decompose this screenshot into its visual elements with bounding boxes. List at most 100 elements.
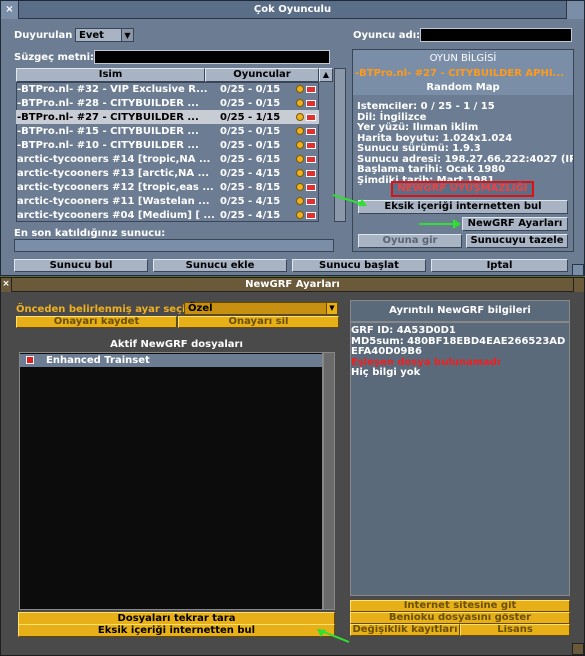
md5sum-cont: EFA40D09B6 [351, 346, 422, 357]
find-missing-content-button[interactable]: Eksik içeriği internetten bul [358, 200, 568, 214]
no-info: Hiç bilgi yok [351, 367, 421, 378]
info-clients: İstemciler: 0 / 25 - 1 / 15 [357, 102, 495, 112]
refresh-server-button[interactable]: Sunucuyu tazele [466, 234, 568, 248]
add-server-button[interactable]: Sunucu ekle [153, 259, 287, 272]
active-files-scrollbar[interactable] [323, 352, 335, 610]
lock-icon [306, 197, 316, 205]
green-arrow-icon [317, 629, 350, 643]
server-clients: 0/25 - 4/15 [220, 195, 281, 207]
server-name: arctic-tycooners #11 [Wastelan ... [17, 195, 210, 207]
preset-label: Önceden belirlenmiş ayar seçin: [16, 304, 197, 315]
server-row[interactable]: -BTPro.nl- #28 - CITYBUILDER ... 0/25 - 0… [16, 96, 319, 110]
advertised-value: Evet [79, 30, 104, 41]
server-row[interactable]: -BTPro.nl- #32 - VIP Exclusive R... 0/25 … [16, 82, 319, 96]
server-row[interactable]: arctic-tycooners #11 [Wastelan ... 0/25 -… [16, 194, 319, 208]
newgrf-settings-button[interactable]: NewGRF Ayarları [462, 217, 568, 231]
changelog-button[interactable]: Değişiklik kayıtları [350, 624, 460, 636]
delete-preset-button[interactable]: Önayarı sil [178, 316, 339, 328]
newgrf-window: NewGRF Ayarları × Önceden belirlenmiş ay… [0, 277, 585, 656]
server-clients: 0/25 - 0/15 [220, 139, 281, 151]
save-preset-button[interactable]: Önayarı kaydet [16, 316, 177, 328]
server-row[interactable]: arctic-tycooners #12 [tropic,eas ... 0/25… [16, 180, 319, 194]
game-name: -BTPro.nl- #27 - CITYBUILDER APHI... [355, 68, 564, 79]
newgrf-title: NewGRF Ayarları [245, 279, 340, 290]
server-row[interactable]: -BTPro.nl- #15 - CITYBUILDER ... 0/25 - 0… [16, 124, 319, 138]
filter-input[interactable] [94, 50, 330, 64]
server-name: -BTPro.nl- #15 - CITYBUILDER ... [17, 125, 199, 137]
status-dot-icon [296, 141, 304, 149]
server-name: -BTPro.nl- #27 - CITYBUILDER ... [17, 111, 199, 123]
multiplayer-title: Çok Oyunculu [253, 4, 332, 15]
multiplayer-window: Çok Oyunculu × Duyurulan Evet ▼ Oyuncu a… [0, 0, 585, 276]
server-row-selected[interactable]: -BTPro.nl- #27 - CITYBUILDER ... 0/25 - 1… [16, 110, 319, 124]
server-clients: 0/25 - 0/15 [220, 125, 281, 137]
newgrf-titlebar[interactable]: NewGRF Ayarları [1, 278, 584, 292]
lock-icon [306, 211, 316, 219]
show-readme-button[interactable]: Benioku dosyasını göster [350, 612, 570, 624]
join-game-button[interactable]: Oyuna gir [358, 234, 462, 248]
advertised-dropdown[interactable]: Evet ▼ [75, 28, 134, 42]
green-arrow-icon [419, 219, 461, 229]
detail-lines: GRF ID: 4A53D0D1 MD5sum: 480BF18EBD4EAE2… [351, 326, 569, 379]
server-clients: 0/25 - 0/15 [220, 97, 281, 109]
info-landscape: Yer yüzü: Ilıman iklim [357, 122, 479, 133]
sort-arrow-icon[interactable]: ▲ [319, 68, 333, 82]
lock-icon [306, 155, 316, 163]
column-clients-header[interactable]: Oyuncular [205, 68, 319, 82]
status-dot-icon [296, 211, 304, 219]
info-start-date: Başlama tarihi: Ocak 1980 [357, 164, 506, 175]
server-row[interactable]: -BTPro.nl- #10 - CITYBUILDER ... 0/25 - 0… [16, 138, 319, 152]
server-row[interactable]: arctic-tycooners #13 [arctic,NA ... 0/25 … [16, 166, 319, 180]
grf-id: GRF ID: 4A53D0D1 [351, 326, 456, 336]
player-name-label: Oyuncu adı: [353, 30, 421, 41]
server-name: arctic-tycooners #12 [tropic,eas ... [17, 181, 214, 193]
license-button[interactable]: Lisans [460, 624, 570, 636]
server-clients: 0/25 - 4/15 [220, 167, 281, 179]
green-arrow-icon [332, 194, 367, 206]
server-clients: 0/25 - 4/15 [220, 209, 281, 221]
status-dot-icon [296, 183, 304, 191]
visit-website-button[interactable]: İnternet sitesine git [350, 600, 570, 612]
lock-icon [306, 85, 316, 93]
status-dot-icon [296, 85, 304, 93]
filter-label: Süzgeç metni: [14, 52, 95, 63]
server-clients: 0/25 - 0/15 [220, 83, 281, 95]
start-server-button[interactable]: Sunucu başlat [292, 259, 426, 272]
find-server-button[interactable]: Sunucu bul [14, 259, 148, 272]
grf-mismatch-badge: NEWGRF UYUŞMAZLIĞI [391, 181, 534, 197]
preset-dropdown[interactable]: Özel ▼ [184, 302, 338, 315]
column-name-header[interactable]: İsim [16, 68, 205, 82]
server-row[interactable]: arctic-tycooners #04 [Medium] [ ... 0/25 … [16, 208, 319, 222]
server-clients: 0/25 - 6/15 [220, 153, 281, 165]
preset-value: Özel [188, 303, 213, 314]
server-name: -BTPro.nl- #28 - CITYBUILDER ... [17, 97, 199, 109]
resize-icon[interactable] [572, 643, 584, 655]
server-name: -BTPro.nl- #32 - VIP Exclusive R... [17, 83, 208, 95]
multiplayer-titlebar[interactable]: Çok Oyunculu [1, 1, 584, 19]
last-joined-server[interactable] [14, 239, 334, 252]
player-name-input[interactable] [420, 28, 572, 42]
close-icon[interactable]: × [1, 1, 19, 19]
server-name: arctic-tycooners #14 [tropic,NA ... [17, 153, 211, 165]
game-info-title: OYUN BİLGİSİ [429, 53, 497, 64]
cancel-button[interactable]: İptal [431, 259, 568, 272]
sticky-icon[interactable] [566, 1, 584, 19]
status-dot-icon [296, 197, 304, 205]
resize-icon[interactable] [572, 264, 584, 276]
active-files-title: Aktif NewGRF dosyaları [110, 339, 243, 350]
close-icon[interactable]: × [1, 278, 12, 292]
active-file-name: Enhanced Trainset [46, 355, 150, 366]
status-red-icon [26, 356, 34, 364]
active-files-list [19, 352, 323, 610]
map-type: Random Map [426, 82, 500, 93]
info-server-version: Sunucu sürümü: 1.9.3 [357, 143, 481, 154]
last-joined-label: En son katıldığınız sunucu: [14, 228, 166, 239]
server-name: -BTPro.nl- #10 - CITYBUILDER ... [17, 139, 199, 151]
lock-icon [306, 99, 316, 107]
advertised-label: Duyurulan [14, 30, 73, 41]
lock-icon [306, 127, 316, 135]
sticky-icon[interactable] [573, 278, 584, 292]
server-row[interactable]: arctic-tycooners #14 [tropic,NA ... 0/25 … [16, 152, 319, 166]
find-missing-content-button[interactable]: Eksik içeriği internetten bul [18, 624, 335, 637]
chevron-down-icon: ▼ [326, 303, 337, 314]
